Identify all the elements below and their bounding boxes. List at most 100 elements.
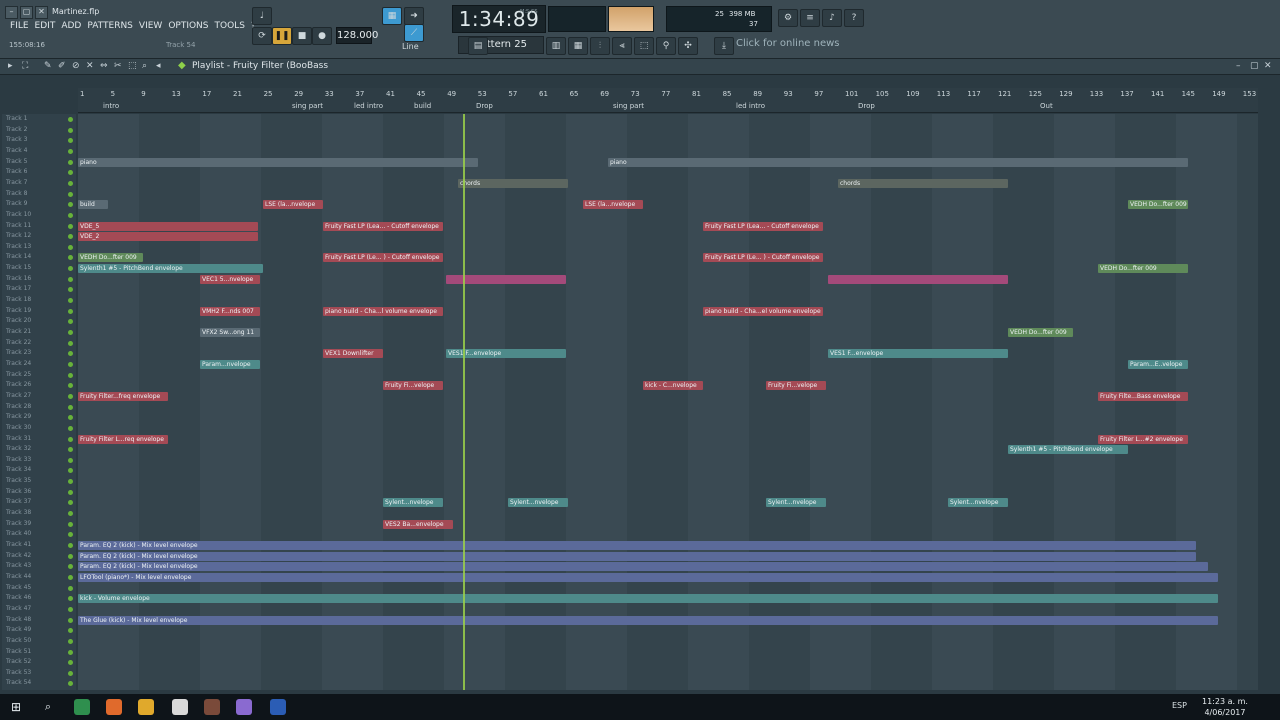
tempo-tap-icon[interactable]: ✣ [678,37,698,55]
track-name[interactable]: Track 40 [6,530,31,537]
playlist-clip[interactable]: piano build - Cha...l volume envelope [323,306,443,316]
track-name[interactable]: Track 34 [6,466,31,473]
track-name[interactable]: Track 28 [6,403,31,410]
snap-mode[interactable]: Line [402,42,419,51]
track-name[interactable]: Track 31 [6,435,31,442]
track-mute-led[interactable] [68,212,73,218]
track-mute-led[interactable] [68,170,73,176]
input-language[interactable]: ESP [1172,701,1187,710]
menu-options[interactable]: OPTIONS [168,21,208,35]
playlist-clip[interactable]: build [78,200,108,210]
slice-icon[interactable]: ✂ [114,61,122,71]
track-name[interactable]: Track 20 [6,317,31,324]
playlist-clip[interactable]: piano build - Cha...el volume envelope [703,306,823,316]
song-marker[interactable]: led intro [736,102,765,110]
track-mute-led[interactable] [68,159,73,165]
track-mute-led[interactable] [68,404,73,410]
playhead[interactable] [463,114,465,690]
playlist-clip[interactable]: piano [78,157,478,167]
track-mute-led[interactable] [68,330,73,335]
playlist-clip[interactable]: VFX2 Sw...ong 11 [200,328,260,337]
playlist-clip[interactable]: Fruity Fast LP (Le... ) - Cutoff envelop… [323,253,443,263]
channel-rack-icon[interactable]: ▦ [568,37,588,55]
record-mode-icon[interactable]: ⟳ [252,27,272,45]
song-marker[interactable]: Drop [476,102,493,110]
timeline-ruler[interactable]: 1 5 9 13 17 21 25 29 33 37 41 45 49 53 57 61 65 69 73 77 81 8… [78,88,1258,113]
menu-patterns[interactable]: PATTERNS [87,21,133,35]
track-name[interactable]: Track 38 [6,509,31,516]
word-icon[interactable] [270,699,286,715]
track-name[interactable]: Track 51 [6,648,31,655]
track-name[interactable]: Track 13 [6,243,31,250]
track-name[interactable]: Track 29 [6,413,31,420]
track-name[interactable]: Track 9 [6,200,27,207]
tempo-display[interactable]: 128.000 [336,27,378,44]
track-mute-led[interactable] [68,244,73,250]
app2-icon[interactable] [236,699,252,715]
start-icon[interactable]: ⊞ [8,699,24,715]
track-mute-led[interactable] [68,543,73,548]
playlist-clip[interactable]: kick - C...nvelope [643,381,703,391]
track-name[interactable]: Track 47 [6,605,31,612]
track-mute-led[interactable] [68,649,73,655]
menu-file[interactable]: FILE [10,21,29,35]
playlist-clip[interactable]: VDE_2 [78,232,258,242]
track-name[interactable]: Track 7 [6,179,27,186]
song-marker[interactable]: sing part [613,102,644,110]
track-name[interactable]: Track 50 [6,637,31,644]
track-mute-led[interactable] [68,117,73,122]
track-name[interactable]: Track 23 [6,349,31,356]
track-mute-led[interactable] [68,308,73,314]
song-marker[interactable]: Out [1040,102,1053,110]
track-mute-led[interactable] [68,511,73,517]
song-marker[interactable]: sing part [292,102,323,110]
track-mute-led[interactable] [68,415,73,421]
record-button[interactable]: ● [312,27,332,45]
track-name[interactable]: Track 25 [6,371,31,378]
menu-view[interactable]: VIEW [139,21,162,35]
track-name[interactable]: Track 36 [6,488,31,495]
playlist-clip[interactable]: Fruity Fi...velope [766,381,826,391]
playlist-clip[interactable]: Sylent...nvelope [383,498,443,508]
track-name[interactable]: Track 5 [6,158,27,165]
track-name[interactable]: Track 52 [6,658,31,665]
track-name[interactable]: Track 21 [6,328,31,335]
playlist-clip[interactable]: VEDH Do...fter 009 [1008,328,1073,337]
menu-add[interactable]: ADD [61,21,81,35]
track-mute-led[interactable] [68,574,73,580]
track-mute-led[interactable] [68,191,73,197]
slip-icon[interactable]: ⇔ [100,61,108,71]
playlist-clip[interactable]: Sylent...nvelope [508,498,568,508]
playlist-clip[interactable]: Fruity Fi...velope [383,381,443,391]
song-marker[interactable]: Drop [858,102,875,110]
track-name[interactable]: Track 24 [6,360,31,367]
playback-icon[interactable]: ◂ [156,61,161,71]
playlist-clip[interactable]: VEC1 5...nvelope [200,274,260,284]
track-name[interactable]: Track 19 [6,307,31,314]
playlist-clip[interactable]: The Glue (kick) - Mix level envelope [78,615,1218,625]
track-name[interactable]: Track 1 [6,115,27,122]
playlist-clip[interactable]: Fruity Filter L...#2 envelope [1098,434,1188,444]
track-name[interactable]: Track 18 [6,296,31,303]
playlist-clip[interactable]: VMH2 F...nds 007 [200,306,260,316]
track-name[interactable]: Track 32 [6,445,31,452]
track-mute-led[interactable] [68,628,73,634]
song-marker[interactable]: intro [103,102,119,110]
track-name[interactable]: Track 14 [6,253,31,260]
playlist-minimize[interactable]: – [1236,61,1241,71]
track-name[interactable]: Track 41 [6,541,31,548]
track-mute-led[interactable] [68,521,73,527]
playlist-clip[interactable]: chords [458,178,568,188]
piano-roll-icon[interactable]: ▥ [546,37,566,55]
track-name[interactable]: Track 22 [6,339,31,346]
song-marker[interactable]: build [414,102,431,110]
track-mute-led[interactable] [68,127,73,133]
metronome-icon[interactable]: ♩ [252,7,272,25]
track-name[interactable]: Track 46 [6,594,31,601]
playlist-clip[interactable]: VEDH Do...fter 009 [78,253,143,263]
track-mute-led[interactable] [68,202,73,208]
track-mute-led[interactable] [68,564,73,570]
track-mute-led[interactable] [68,180,73,186]
record-audio-icon[interactable]: ⚲ [656,37,676,55]
track-name[interactable]: Track 12 [6,232,31,239]
